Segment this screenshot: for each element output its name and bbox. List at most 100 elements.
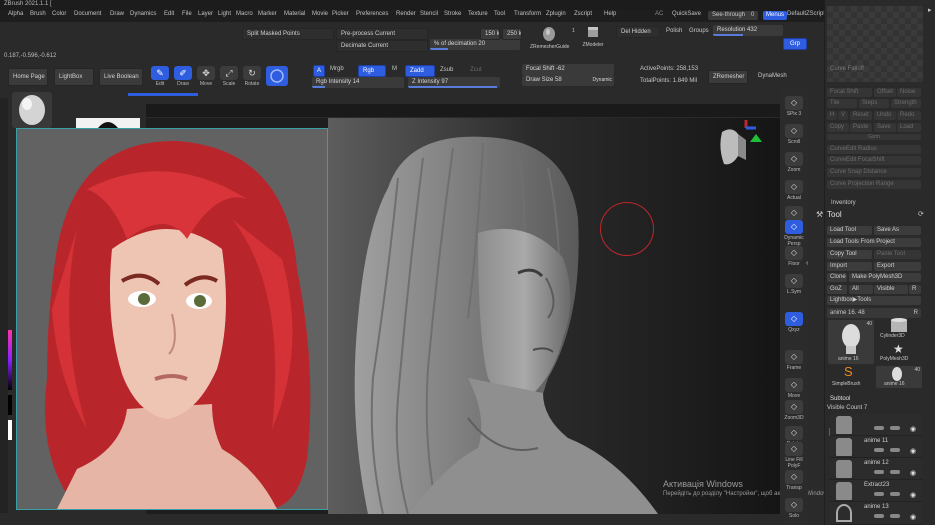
rgb-button[interactable]: Rgb [358,65,386,77]
k250-button[interactable]: 250 k [502,28,522,40]
tray-toggle-icon[interactable]: ‹ [806,260,808,267]
menu-stencil[interactable]: Stencil [420,11,438,17]
menu-draw[interactable]: Draw [110,11,124,17]
mrgb-button[interactable]: Mrgb [330,66,344,72]
menu-zscript[interactable]: Zscript [574,11,592,17]
quicksave-button[interactable]: QuickSave [672,11,701,17]
edit-button[interactable]: ✎ Edit [149,65,171,91]
menu-file[interactable]: File [182,11,192,17]
subtool-toggle[interactable] [874,448,884,452]
copy-button[interactable]: Copy [827,123,849,132]
current-tool-r[interactable]: R [914,308,918,318]
menu-movie[interactable]: Movie [312,11,328,17]
home-page-button[interactable]: Home Page [8,68,48,86]
a-button[interactable]: A [313,65,325,77]
pct-decimation-slider[interactable]: % of decimation 20 [430,39,520,50]
subtool-toggle[interactable] [890,426,900,430]
visible-button[interactable]: Visible [874,285,908,294]
m-button[interactable]: M [392,66,397,72]
menu-edit[interactable]: Edit [164,11,174,17]
curve-snap-distance-slider[interactable]: Curve Snap Distance [827,168,921,177]
left-tray-edge[interactable] [0,98,8,513]
shelf-lsym-button[interactable]: ◇ L.Sym [784,274,804,295]
shelf-move-button[interactable]: ◇ Move [784,378,804,399]
subtool-row[interactable]: ◉ [830,414,922,436]
rgb-intensity-slider[interactable]: Rgb Intensity 14 [312,77,404,88]
shelf-zoom3d-button[interactable]: ◇ Zoom3D [784,400,804,421]
tool-thumb-polymesh[interactable]: ★ PolyMesh3D [876,342,922,364]
inventory-label[interactable]: Inventory [831,200,856,206]
split-masked-points-button[interactable]: Split Masked Points [242,28,334,40]
subtool-row[interactable]: anime 11 ◉ [830,436,922,458]
redo-button[interactable]: Redo [897,111,921,120]
subtool-toggle[interactable] [890,448,900,452]
load-tool-button[interactable]: Load Tool [827,226,872,235]
subtool-row[interactable]: Extract23 ◉ [830,480,922,502]
menu-dynamics[interactable]: Dynamics [130,11,156,17]
shelf-transp-button[interactable]: ◇ Transp [784,470,804,491]
tool-palette-header[interactable]: ⚒ Tool ⟳ [814,210,934,221]
shelf-polyf-button[interactable]: ◇ Line Fill PolyF [784,442,804,469]
move-button[interactable]: ✥ Move [195,65,217,91]
steps-button[interactable]: Steps [859,99,889,108]
menu-transform[interactable]: Transform [514,11,541,17]
menu-brush[interactable]: Brush [30,11,46,17]
menu-picker[interactable]: Picker [332,11,349,17]
navigation-gizmo[interactable] [706,118,768,180]
live-boolean-button[interactable]: Live Boolean [99,68,143,86]
subtool-toggle[interactable] [890,470,900,474]
color-picker-strip[interactable] [8,330,12,390]
subtool-toggle[interactable] [874,470,884,474]
shelf-floor-button[interactable]: ◇ Floor [784,246,804,267]
shelf-xyz-button[interactable]: ◇ Qxyz [784,312,804,333]
z-intensity-slider[interactable]: Z Intensity 97 [408,77,500,88]
v-button[interactable]: V [838,111,848,120]
tool-thumb-anime16[interactable]: 40 anime 16 [828,320,874,364]
zadd-button[interactable]: Zadd [405,65,435,77]
lightbox-button[interactable]: LightBox [54,68,94,86]
shelf-scroll-button[interactable]: ◇ Scroll [784,124,804,145]
paste-tool-button[interactable]: Paste Tool [874,250,921,259]
ac-label[interactable]: AC [655,11,663,17]
export-button[interactable]: Export [874,262,921,271]
zcut-button[interactable]: Zcut [470,67,482,73]
curve-edit-focal-slider[interactable]: CurveEdit FocalShift [827,156,921,165]
groups-label[interactable]: Groups [689,28,709,34]
panel-expand-icon[interactable]: ▸ [928,6,932,14]
menu-document[interactable]: Document [74,11,101,17]
shelf-zoom-button[interactable]: ◇ Zoom [784,152,804,173]
curve-edit-radius-slider[interactable]: CurveEdit Radius [827,145,921,154]
eye-icon[interactable]: ◉ [910,513,916,521]
eye-icon[interactable]: ◉ [910,447,916,455]
copy-tool-button[interactable]: Copy Tool [827,250,872,259]
shelf-solo-button[interactable]: ◇ Solo [784,498,804,519]
preprocess-current-button[interactable]: Pre-process Current [336,28,428,40]
zmodeler-button[interactable]: ZModeler [578,24,608,48]
draw-button[interactable]: ✐ Draw [172,65,194,91]
menu-preferences[interactable]: Preferences [356,11,388,17]
strength-button[interactable]: Strength [891,99,921,108]
subtool-toggle[interactable] [890,514,900,518]
default-zscript-button[interactable]: DefaultZScript [787,11,825,17]
offset-button[interactable]: Offset [874,88,896,97]
subtool-toggle[interactable] [874,514,884,518]
all-button[interactable]: All [849,285,873,294]
draw-size-slider[interactable]: Draw Size 58 Dynamic [522,75,614,86]
current-tool-slider[interactable]: anime 16. 48 R [827,308,921,318]
resolution-slider[interactable]: Resolution 432 [713,25,783,36]
del-hidden-button[interactable]: Del Hidden [616,26,660,38]
zsub-button[interactable]: Zsub [440,67,453,73]
eye-icon[interactable]: ◉ [910,425,916,433]
symmetry-button[interactable] [266,66,288,86]
h-button[interactable]: H [827,111,837,120]
shelf-spix-button[interactable]: ◇ SPix 3 [784,96,804,117]
menu-render[interactable]: Render [396,11,416,17]
subtool-row[interactable]: anime 12 ◉ [830,458,922,480]
eye-icon[interactable]: ◉ [910,491,916,499]
subtool-toggle[interactable] [874,426,884,430]
visible-count-slider[interactable]: Visible Count 7 [827,405,921,414]
menu-stroke[interactable]: Stroke [444,11,461,17]
menu-tool[interactable]: Tool [494,11,505,17]
load-tools-from-project-button[interactable]: Load Tools From Project [827,238,921,247]
tool-thumb-simplebrush[interactable]: S SimpleBrush [828,364,874,388]
